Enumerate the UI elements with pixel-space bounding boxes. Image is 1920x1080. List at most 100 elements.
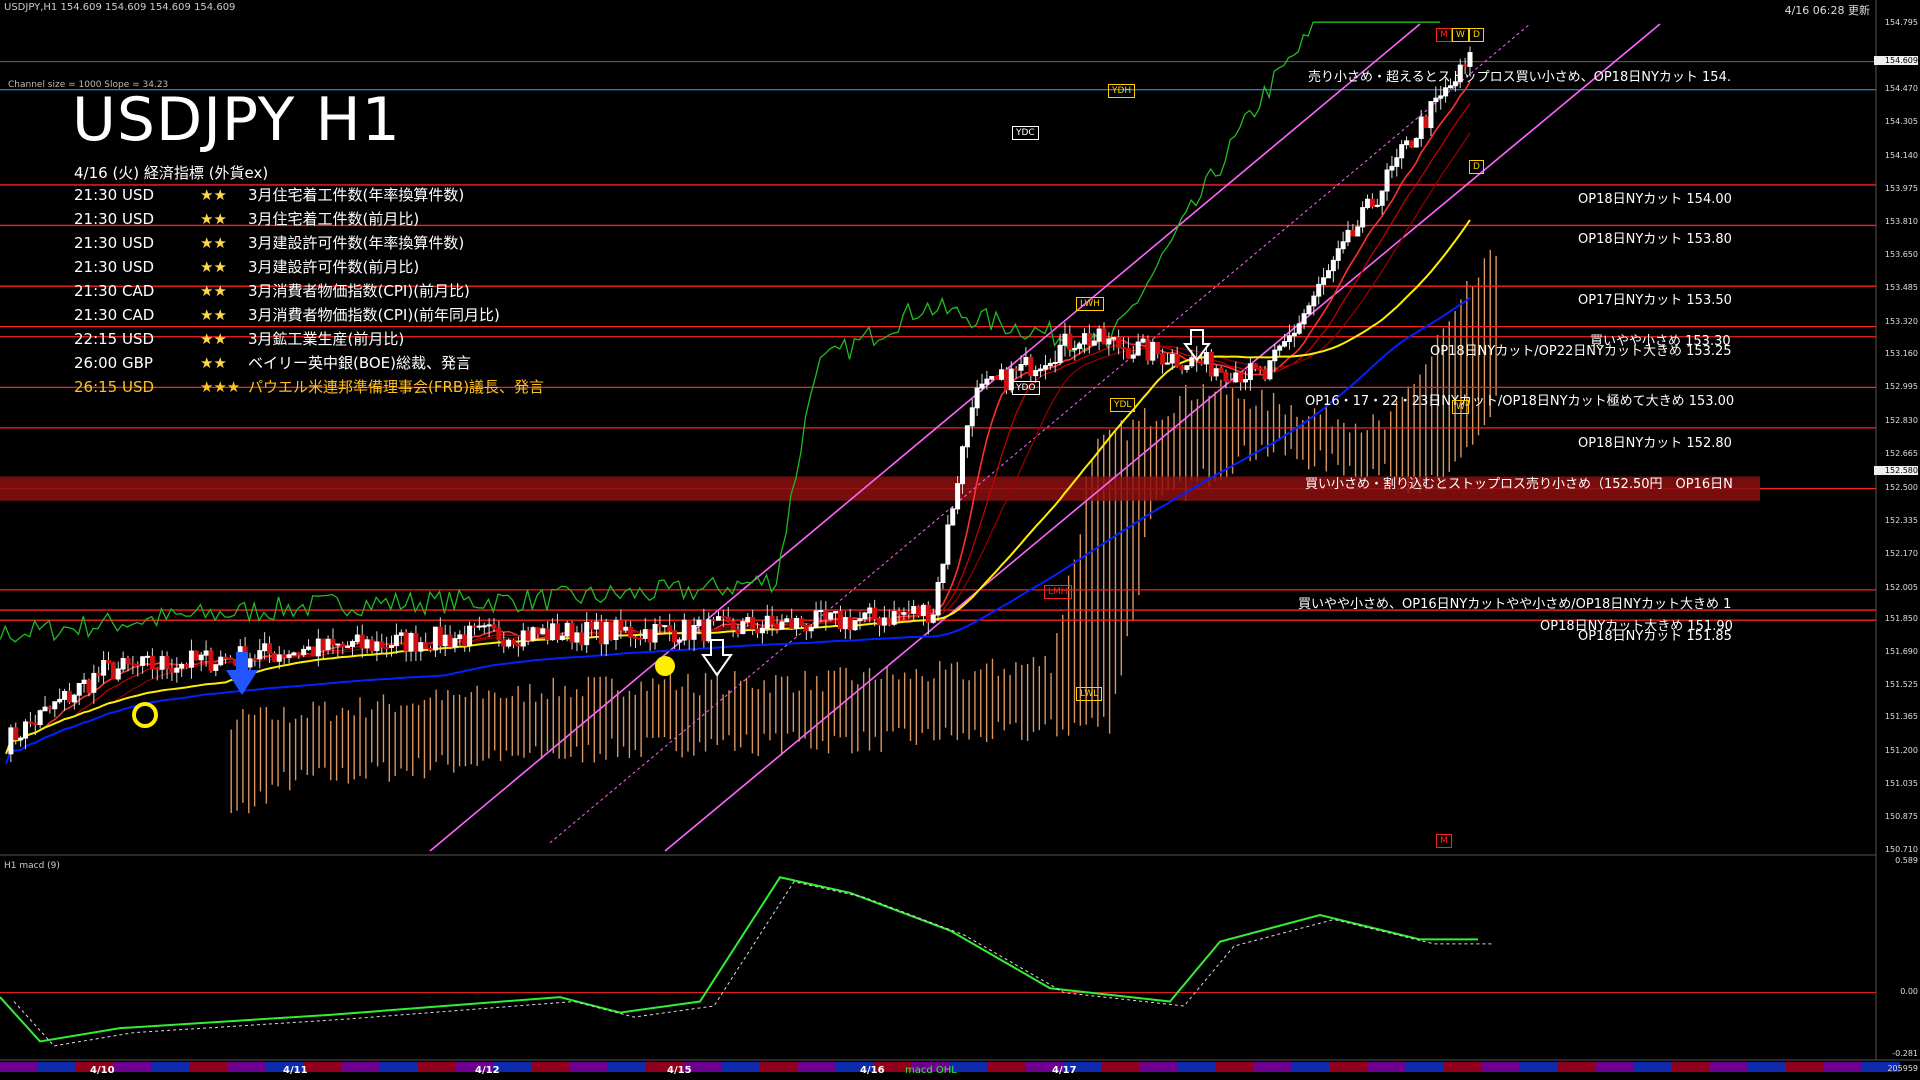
session-strip — [760, 1062, 798, 1072]
candle-body — [1384, 169, 1390, 192]
candle-body — [496, 627, 502, 641]
candle-body — [1052, 362, 1058, 365]
event-row: 26:00 GBP ★★ ベイリー英中銀(BOE)総裁、発言 — [74, 352, 471, 373]
session-strip — [798, 1062, 836, 1072]
session-strip — [114, 1062, 152, 1072]
candle-body — [852, 620, 858, 631]
session-strip — [1406, 1062, 1444, 1072]
session-strip — [570, 1062, 608, 1072]
candle-body — [145, 655, 151, 658]
candle-body — [1023, 356, 1029, 365]
candle-body — [408, 633, 414, 652]
tag-ydh: YDH — [1108, 84, 1136, 98]
event-row: 21:30 CAD ★★ 3月消費者物価指数(CPI)(前月比) — [74, 280, 470, 301]
candle-body — [1321, 277, 1327, 285]
price-axis-label: 151.690 — [1884, 646, 1918, 656]
candle-body — [213, 664, 219, 671]
candle-body — [906, 612, 912, 615]
session-strip — [38, 1062, 76, 1072]
price-axis-label: 153.320 — [1884, 316, 1918, 326]
event-time: 21:30 USD — [74, 186, 155, 204]
candle-body — [330, 638, 336, 645]
candle-body — [1447, 85, 1453, 89]
candle-body — [169, 667, 175, 673]
date-axis-label: 4/11 — [283, 1065, 308, 1076]
candle-body — [23, 721, 29, 739]
candle-body — [525, 630, 531, 641]
chart-window[interactable]: USDJPY,H1 154.609 154.609 154.609 154.60… — [0, 0, 1920, 1080]
candle-body — [564, 622, 570, 637]
candle-body — [57, 698, 63, 703]
session-strip — [1178, 1062, 1216, 1072]
candle-body — [1184, 365, 1190, 370]
session-strip — [1710, 1062, 1748, 1072]
candle-body — [1404, 140, 1410, 146]
session-strip — [1482, 1062, 1520, 1072]
candle-body — [550, 623, 556, 641]
price-axis-label: 151.365 — [1884, 712, 1918, 722]
candle-body — [569, 622, 575, 643]
candle-body — [81, 679, 87, 684]
date-axis-label: 4/15 — [667, 1065, 692, 1076]
candle-body — [974, 387, 980, 409]
session-strip — [1216, 1062, 1254, 1072]
candle-body — [715, 616, 721, 621]
candle-body — [584, 621, 590, 646]
event-row: 22:15 USD ★★ 3月鉱工業生産(前月比) — [74, 328, 404, 349]
candle-body — [1140, 338, 1146, 343]
annotation-op18-1528: OP18日NYカット 152.80 — [1578, 436, 1732, 451]
event-time: 26:15 USD — [74, 378, 155, 396]
main-chart-canvas[interactable] — [0, 0, 1920, 1080]
candle-body — [759, 627, 765, 634]
candle-body — [1301, 313, 1307, 325]
candle-body — [1311, 295, 1317, 307]
candle-body — [452, 638, 458, 648]
candle-body — [593, 621, 599, 630]
candle-body — [969, 407, 975, 427]
event-time: 21:30 CAD — [74, 282, 155, 300]
tag-lmh: LMH — [1044, 585, 1072, 599]
event-row: 21:30 USD ★★ 3月住宅着工件数(前月比) — [74, 208, 419, 229]
session-strip — [1786, 1062, 1824, 1072]
candle-body — [110, 662, 116, 680]
session-strip — [380, 1062, 418, 1072]
candle-body — [1350, 229, 1356, 237]
price-axis-label: 152.830 — [1884, 415, 1918, 425]
candle-body — [159, 656, 165, 670]
candle-body — [467, 625, 473, 647]
candle-body — [193, 650, 199, 661]
candle-body — [52, 701, 58, 710]
session-strip — [1748, 1062, 1786, 1072]
macd-axis-label: -0.281 — [1892, 1049, 1918, 1058]
signal-circle-icon — [655, 656, 675, 676]
candle-body — [393, 634, 399, 647]
session-strip — [608, 1062, 646, 1072]
price-axis-label: 154.795 — [1884, 18, 1918, 27]
candle-body — [418, 642, 424, 652]
candle-body — [1003, 369, 1009, 391]
candle-body — [1086, 333, 1092, 346]
candle-body — [916, 606, 922, 616]
candle-body — [359, 634, 365, 649]
candle-body — [1374, 204, 1380, 207]
price-axis-label: 151.525 — [1884, 680, 1918, 689]
macd-axis-label: 0.00 — [1900, 986, 1918, 996]
session-strip — [1330, 1062, 1368, 1072]
candle-body — [720, 616, 726, 619]
candle-body — [154, 668, 160, 671]
candle-body — [1018, 363, 1024, 371]
candle-body — [1203, 351, 1209, 365]
candle-body — [101, 660, 107, 676]
candle-body — [105, 660, 111, 664]
event-importance: ★★ — [200, 330, 227, 348]
candle-body — [374, 641, 380, 652]
event-importance: ★★★ — [200, 378, 241, 396]
candle-body — [130, 663, 136, 666]
events-title: 4/16 (火) 経済指標 (外貨ex) — [74, 164, 269, 182]
candle-body — [1106, 338, 1112, 345]
tag-m-low: M — [1436, 834, 1452, 848]
candle-body — [662, 625, 668, 628]
candle-body — [940, 563, 946, 584]
candle-body — [1325, 270, 1331, 279]
candle-body — [267, 643, 273, 654]
